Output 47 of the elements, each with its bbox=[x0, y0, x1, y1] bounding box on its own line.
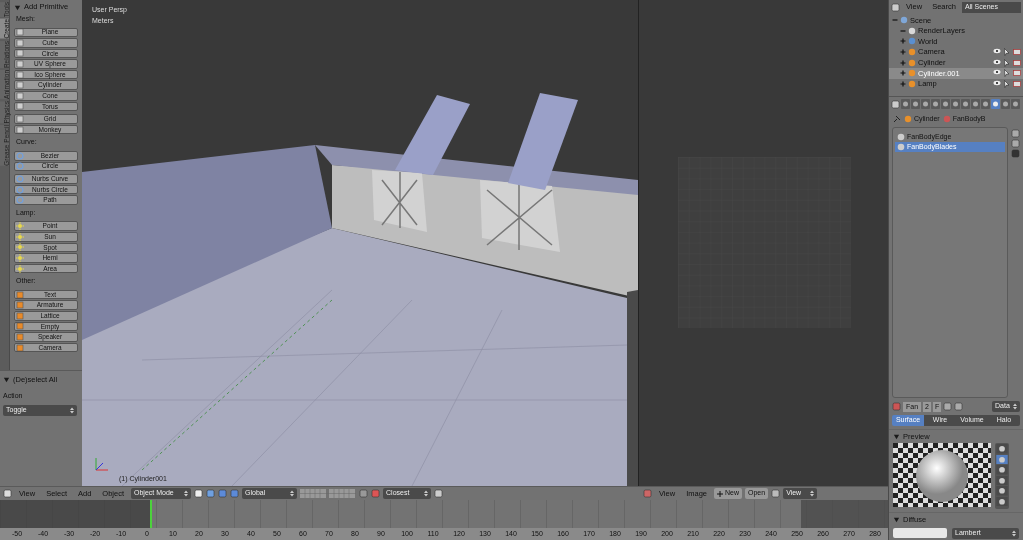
sun-icon bbox=[16, 254, 24, 262]
preview-type-icon[interactable] bbox=[996, 444, 1008, 454]
property-tab-icon[interactable] bbox=[971, 99, 980, 109]
up-down-arrows-icon bbox=[1013, 403, 1017, 410]
circle-icon bbox=[16, 196, 24, 205]
up-down-arrows-icon bbox=[1012, 529, 1016, 537]
up-down-arrows-icon bbox=[290, 490, 295, 497]
eye-icon[interactable] bbox=[993, 58, 1001, 65]
circle-icon bbox=[16, 151, 24, 160]
property-tab-icon[interactable] bbox=[981, 99, 990, 109]
sun-icon bbox=[16, 243, 24, 252]
disclosure-triangle-icon[interactable] bbox=[893, 516, 900, 523]
eye-icon[interactable] bbox=[993, 79, 1001, 86]
square-icon bbox=[16, 322, 24, 331]
property-tab-icon[interactable] bbox=[1001, 99, 1010, 109]
square-icon bbox=[16, 102, 24, 111]
preview-type-icon[interactable] bbox=[996, 496, 1008, 506]
eye-icon[interactable] bbox=[993, 69, 1001, 76]
up-down-arrows-icon bbox=[70, 406, 74, 414]
square-icon bbox=[16, 49, 24, 58]
color-swatch[interactable] bbox=[893, 528, 947, 538]
property-tab-icon[interactable] bbox=[951, 99, 960, 109]
sun-icon bbox=[16, 264, 24, 273]
disclosure-triangle-icon[interactable] bbox=[893, 433, 900, 440]
up-down-arrows-icon bbox=[424, 490, 429, 497]
property-tab-icon[interactable] bbox=[1011, 99, 1020, 109]
square-icon bbox=[16, 290, 24, 299]
up-down-arrows-icon bbox=[810, 490, 815, 497]
circle-icon bbox=[16, 162, 24, 171]
axis-gizmo-icon bbox=[94, 456, 110, 472]
property-tab-icon[interactable] bbox=[921, 99, 930, 109]
eye-icon[interactable] bbox=[993, 48, 1001, 55]
preview-type-icon[interactable] bbox=[996, 475, 1008, 485]
circle-icon bbox=[16, 185, 24, 194]
property-tab-icon[interactable] bbox=[941, 99, 950, 109]
property-tab-icon[interactable] bbox=[991, 99, 1000, 109]
property-tab-icon[interactable] bbox=[911, 99, 920, 109]
property-tab-icon[interactable] bbox=[961, 99, 970, 109]
disclosure-triangle-icon[interactable] bbox=[3, 376, 10, 384]
property-tab-icon[interactable] bbox=[901, 99, 910, 109]
disclosure-triangle-icon[interactable] bbox=[14, 3, 21, 11]
circle-icon bbox=[16, 174, 24, 183]
up-down-arrows-icon bbox=[184, 490, 189, 497]
property-tab-icon[interactable] bbox=[931, 99, 940, 109]
preview-type-icon[interactable] bbox=[996, 465, 1008, 475]
preview-type-icon[interactable] bbox=[996, 454, 1008, 464]
preview-type-icon[interactable] bbox=[996, 486, 1008, 496]
